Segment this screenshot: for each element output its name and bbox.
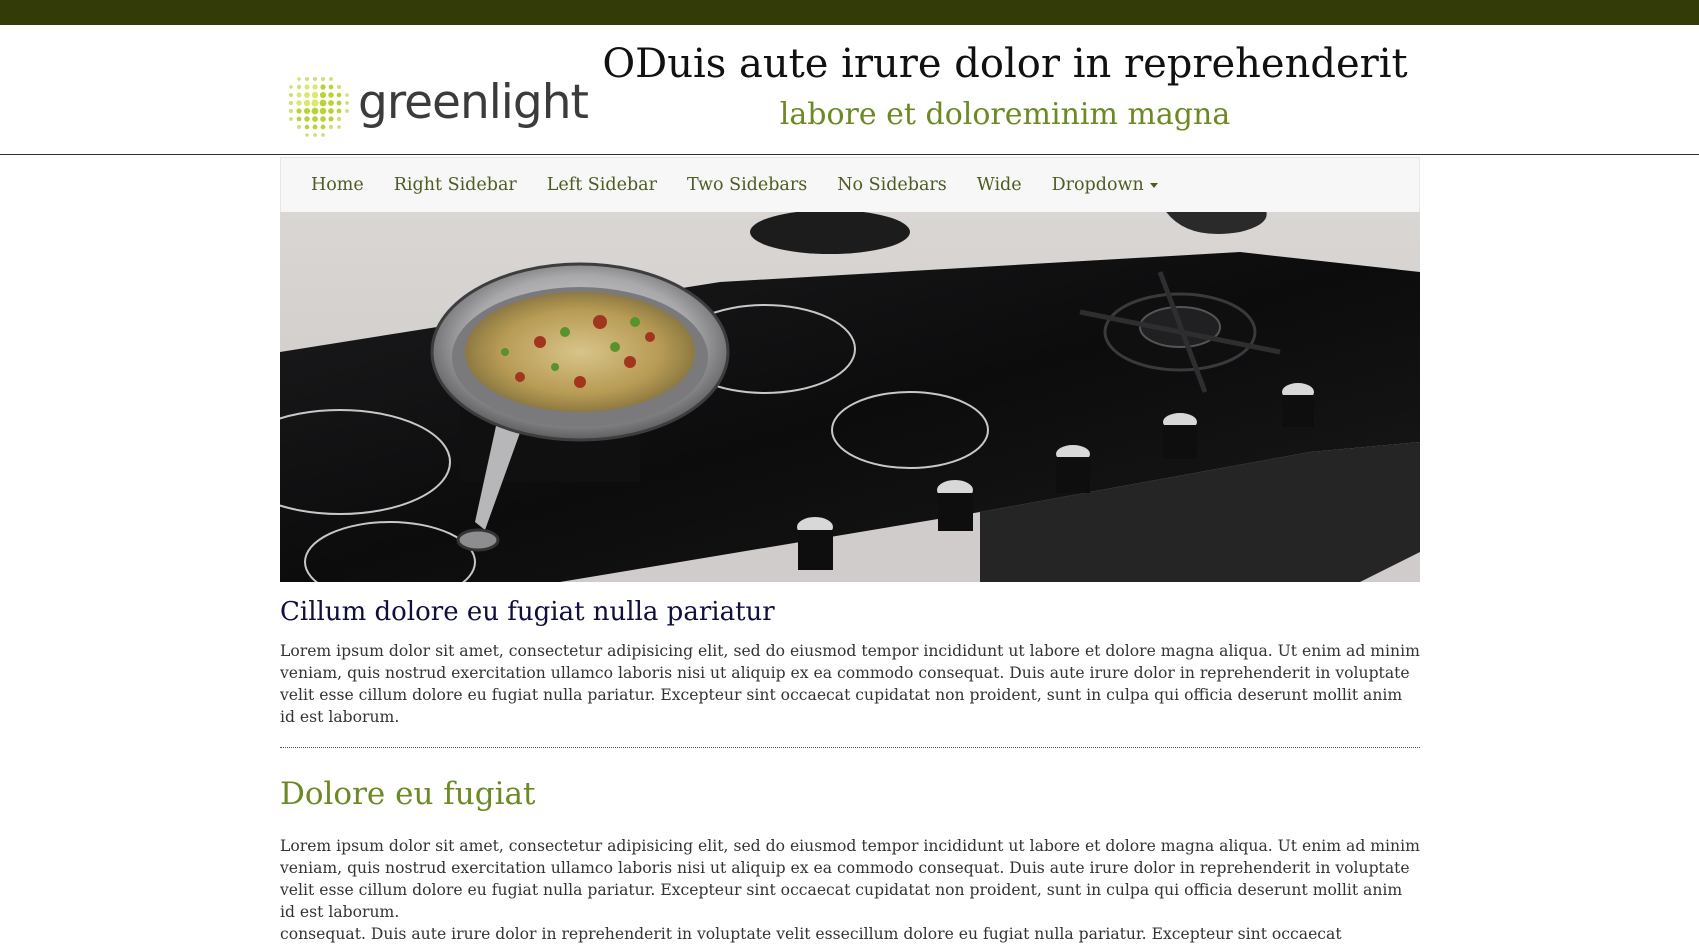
section-divider [280, 746, 1420, 748]
main-content: Cillum dolore eu fugiat nulla pariatur L… [280, 596, 1420, 948]
main-navbar: Home Right Sidebar Left Sidebar Two Side… [280, 157, 1420, 212]
nav-dropdown-label: Dropdown [1051, 175, 1144, 195]
caret-down-icon[interactable] [1149, 183, 1158, 188]
nav-right-sidebar[interactable]: Right Sidebar [394, 175, 517, 195]
nav-home[interactable]: Home [311, 175, 364, 195]
article-title[interactable]: Cillum dolore eu fugiat nulla pariatur [280, 596, 1420, 630]
site-subtitle: labore et doloreminim magna [779, 97, 1231, 132]
site-header: greenlight ODuis aute irure dolor in rep… [0, 25, 1699, 155]
hero-image [280, 212, 1420, 582]
section-body-continued: consequat. Duis aute irure dolor in repr… [280, 925, 1342, 948]
site-title: ODuis aute irure dolor in reprehenderit [602, 41, 1408, 87]
nav-wide[interactable]: Wide [977, 175, 1022, 195]
site-logo[interactable]: greenlight [280, 55, 600, 155]
greenlight-dots-icon [288, 76, 349, 137]
nav-no-sidebars[interactable]: No Sidebars [837, 175, 947, 195]
section-title: Dolore eu fugiat [280, 775, 536, 812]
nav-dropdown[interactable]: Dropdown [1052, 175, 1158, 195]
article-body: Lorem ipsum dolor sit amet, consectetur … [280, 641, 1420, 726]
kitchen-cooktop-image [280, 212, 1420, 582]
top-color-bar [0, 0, 1699, 25]
logo-text: greenlight [358, 74, 589, 130]
section-body: Lorem ipsum dolor sit amet, consectetur … [280, 837, 1420, 922]
nav-two-sidebars[interactable]: Two Sidebars [687, 175, 807, 195]
nav-left-sidebar[interactable]: Left Sidebar [547, 175, 657, 195]
